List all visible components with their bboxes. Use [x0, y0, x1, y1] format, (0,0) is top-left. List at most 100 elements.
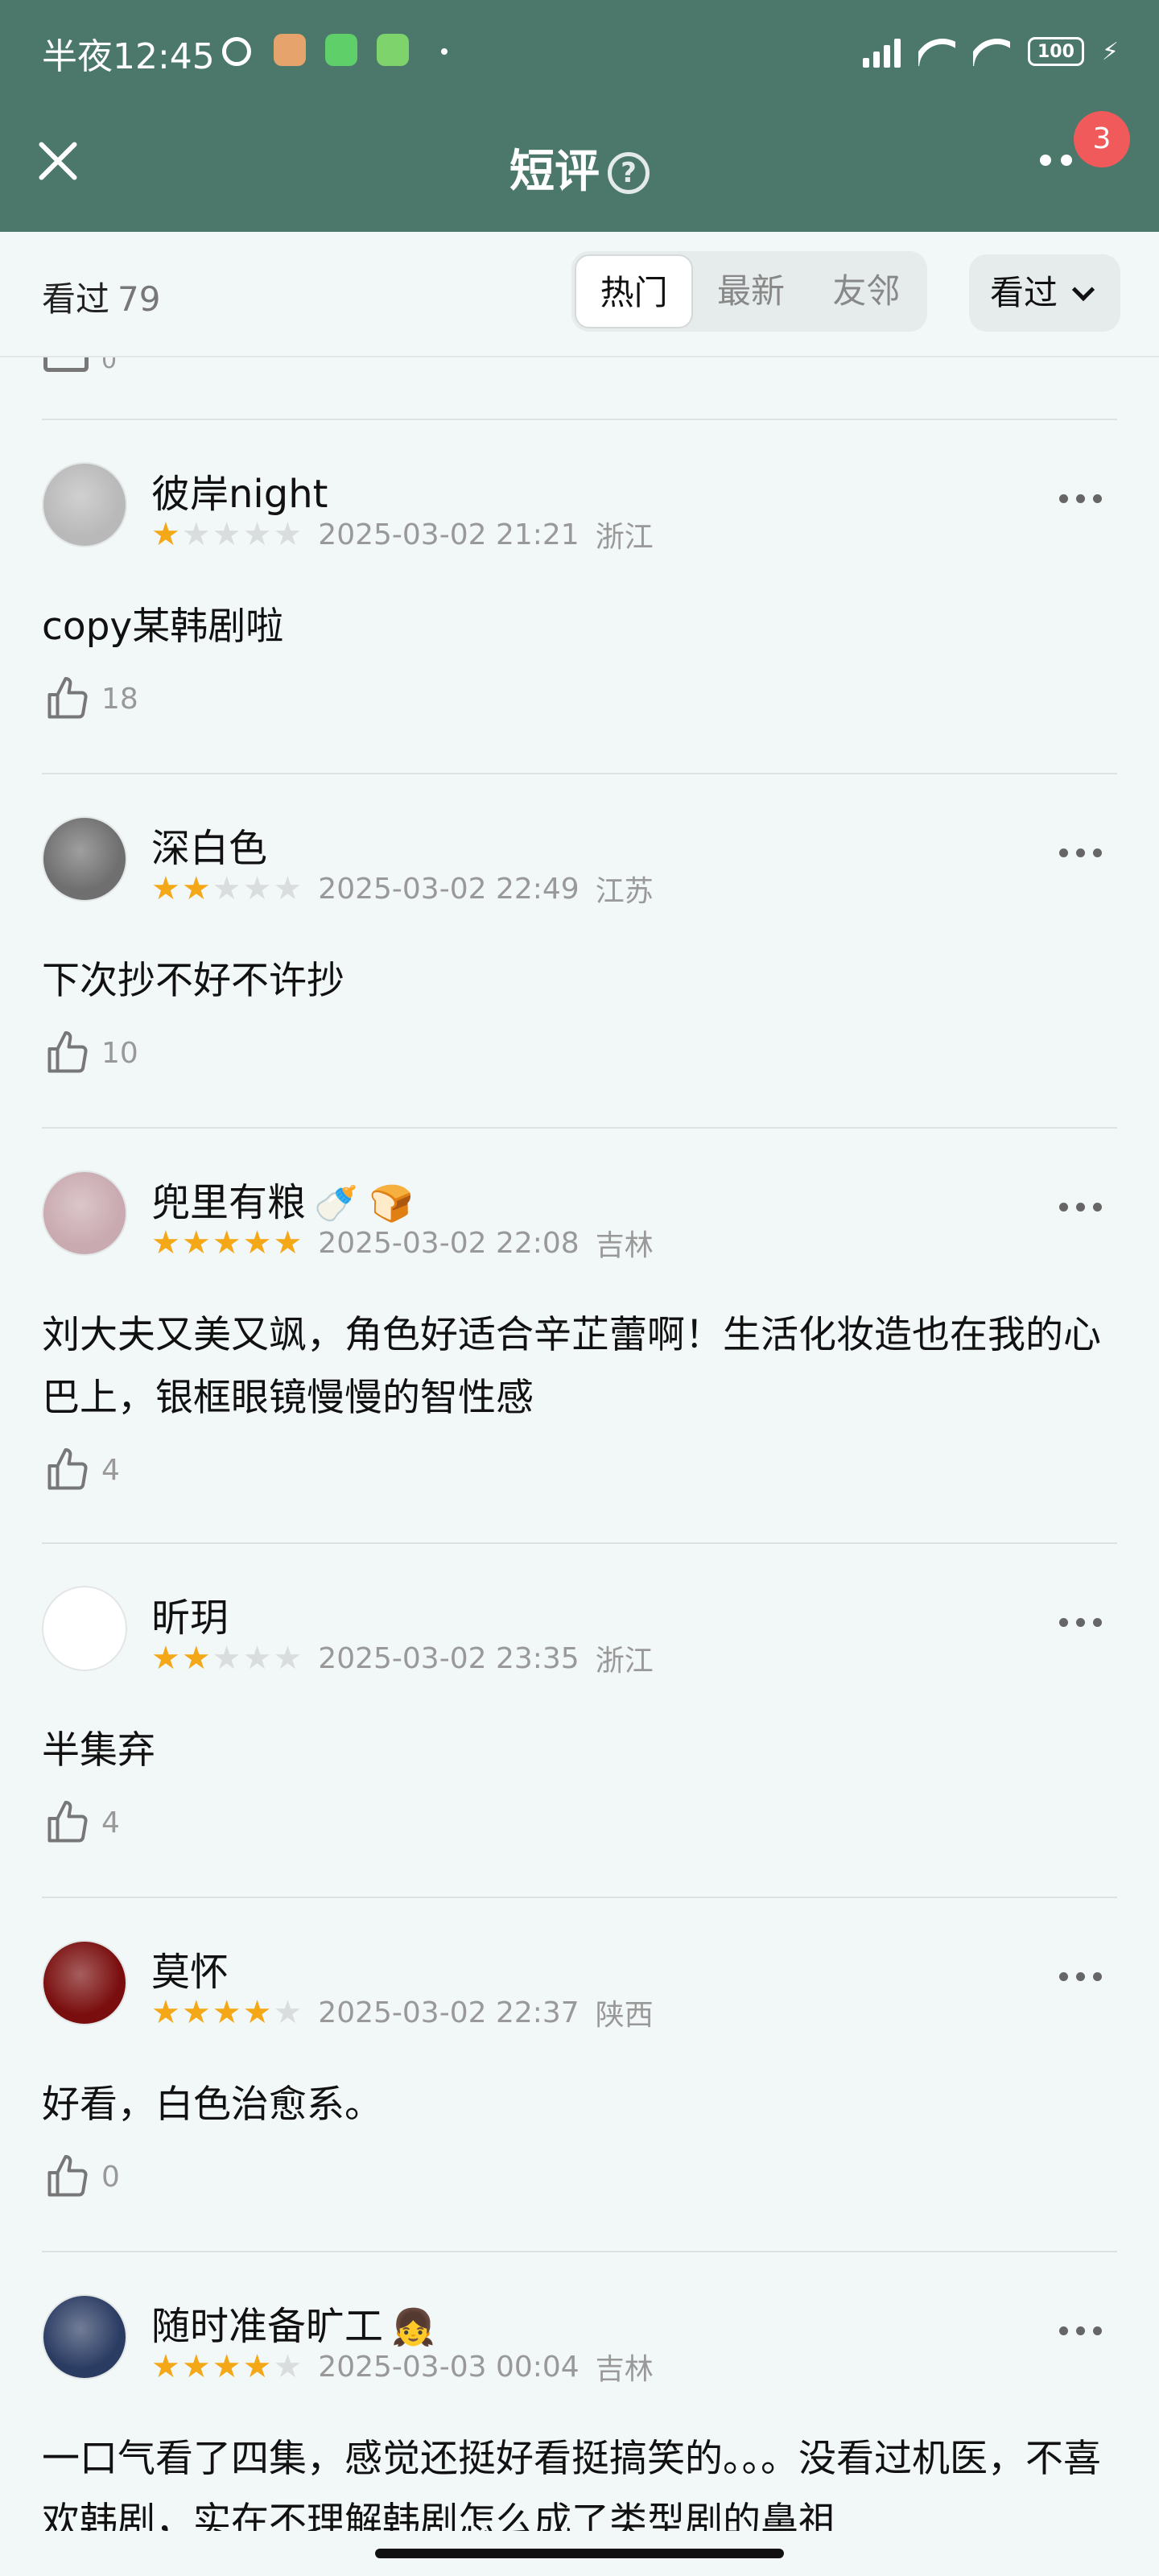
- rating-stars: ★ ★ ★ ★ ★: [151, 873, 302, 905]
- star-icon: ★: [212, 1224, 241, 1261]
- star-icon: ★: [151, 2348, 180, 2385]
- review-content: 一口气看了四集，感觉还挺好看挺搞笑的。。。没看过机医，不喜欢韩剧，实在不理解韩剧…: [42, 2437, 1101, 2531]
- like-icon[interactable]: [43, 675, 92, 723]
- avatar[interactable]: [42, 1586, 127, 1671]
- review-location: 江苏: [595, 875, 654, 908]
- avatar[interactable]: [42, 2294, 127, 2380]
- username[interactable]: 深白色: [151, 816, 267, 873]
- rating-stars: ★ ★ ★ ★ ★: [151, 518, 302, 551]
- tab-latest[interactable]: 最新: [693, 254, 808, 328]
- review-meta: ★ ★ ★ ★ ★ 2025-03-02 22:37 陕西: [151, 1992, 654, 2033]
- like-icon[interactable]: [43, 357, 89, 372]
- sort-tabs: 热门 最新 友邻: [571, 251, 927, 332]
- star-icon: ★: [181, 1224, 211, 1261]
- review-item: 深白色 ★ ★ ★ ★ ★ 2025-03-02 22:49 江苏 下次抄不好不许抄 10: [0, 773, 1159, 1127]
- chevron-down-icon: [1071, 278, 1095, 302]
- username[interactable]: 莫怀: [151, 1940, 229, 1996]
- avatar[interactable]: [42, 462, 127, 547]
- review-content: 好看，白色治愈系。: [42, 2083, 382, 2127]
- tab-friends[interactable]: 友邻: [809, 254, 924, 328]
- like-count: 4: [101, 1454, 120, 1487]
- timer-icon: [222, 37, 251, 66]
- star-icon: ★: [181, 1640, 211, 1677]
- review-more-button[interactable]: [1059, 848, 1102, 857]
- review-content: 刘大夫又美又飒，角色好适合辛芷蕾啊！生活化妆造也在我的心巴上，银框眼镜慢慢的智性…: [42, 1313, 1101, 1420]
- star-icon: ★: [273, 2348, 303, 2385]
- battery-icon: 100: [1027, 37, 1084, 66]
- signal-icon: [862, 35, 901, 68]
- star-icon: ★: [242, 870, 272, 907]
- avatar[interactable]: [42, 816, 127, 902]
- help-icon[interactable]: ?: [608, 152, 650, 194]
- review-more-button[interactable]: [1059, 494, 1102, 503]
- status-bar: 半夜12:45 100 ⚡: [0, 0, 1159, 105]
- review-content: copy某韩剧啦: [42, 605, 284, 649]
- username-text: 莫怀: [151, 1950, 229, 1995]
- avatar[interactable]: [42, 1940, 127, 2025]
- review-more-button[interactable]: [1059, 1203, 1102, 1212]
- rating-stars: ★ ★ ★ ★ ★: [151, 2351, 302, 2383]
- user-badge-icon: 👧: [391, 2307, 435, 2348]
- review-date: 2025-03-02 23:35: [318, 1641, 580, 1675]
- notification-badge: 3: [1074, 111, 1130, 167]
- star-icon: ★: [273, 1640, 303, 1677]
- top-bar: 半夜12:45 100 ⚡ 短评? 3: [0, 0, 1159, 232]
- like-icon[interactable]: [43, 1798, 92, 1847]
- page-title-wrap: 短评?: [0, 135, 1159, 200]
- seen-count: 79: [118, 279, 161, 319]
- like-icon[interactable]: [43, 2153, 92, 2201]
- star-icon: ★: [151, 870, 180, 907]
- home-indicator[interactable]: [375, 2549, 784, 2558]
- review-location: 吉林: [595, 2353, 654, 2386]
- star-icon: ★: [181, 870, 211, 907]
- review-item: 昕玥 ★ ★ ★ ★ ★ 2025-03-02 23:35 浙江 半集弃 4: [0, 1542, 1159, 1897]
- like-count: 18: [101, 683, 138, 716]
- seen-count-label: 看过 79: [42, 272, 160, 321]
- review-meta: ★ ★ ★ ★ ★ 2025-03-02 23:35 浙江: [151, 1637, 654, 1679]
- star-icon: ★: [273, 1224, 303, 1261]
- status-filter-label: 看过: [990, 273, 1058, 312]
- star-icon: ★: [181, 1994, 211, 2031]
- user-badge-icon: 🍼 🍞: [314, 1183, 414, 1224]
- username-text: 随时准备旷工: [151, 2304, 384, 2349]
- username-text: 昕玥: [151, 1596, 229, 1641]
- like-icon[interactable]: [43, 1446, 92, 1494]
- page-header: 短评? 3: [0, 105, 1159, 232]
- review-location: 浙江: [595, 1645, 654, 1678]
- like-icon[interactable]: [43, 1029, 92, 1077]
- avatar[interactable]: [42, 1170, 127, 1256]
- rating-stars: ★ ★ ★ ★ ★: [151, 1996, 302, 2029]
- star-icon: ★: [273, 870, 303, 907]
- review-feed[interactable]: 0 彼岸night ★ ★ ★ ★ ★ 2025-03-02 21:21 浙江 copy某韩剧啦…: [0, 357, 1159, 2531]
- like-count: 4: [101, 1806, 120, 1839]
- wifi-icon: [918, 37, 955, 66]
- wechat-icon: [325, 34, 357, 66]
- star-icon: ★: [273, 1994, 303, 2031]
- username-text: 彼岸night: [151, 472, 328, 517]
- charging-icon: ⚡: [1101, 37, 1119, 66]
- review-location: 吉林: [595, 1229, 654, 1262]
- username[interactable]: 兜里有粮 🍼 🍞: [151, 1170, 414, 1227]
- review-date: 2025-03-02 22:49: [318, 872, 580, 906]
- review-date: 2025-03-02 22:37: [318, 1996, 580, 2029]
- star-icon: ★: [242, 2348, 272, 2385]
- username[interactable]: 随时准备旷工 👧: [151, 2294, 435, 2351]
- star-icon: ★: [242, 1994, 272, 2031]
- username[interactable]: 彼岸night: [151, 462, 328, 518]
- star-icon: ★: [151, 1224, 180, 1261]
- tab-hot[interactable]: 热门: [575, 254, 694, 328]
- review-location: 浙江: [595, 521, 654, 554]
- review-content: 下次抄不好不许抄: [42, 959, 344, 1003]
- review-meta: ★ ★ ★ ★ ★ 2025-03-02 22:08 吉林: [151, 1222, 654, 1264]
- star-icon: ★: [151, 516, 180, 553]
- status-filter-dropdown[interactable]: 看过: [969, 254, 1120, 332]
- review-more-button[interactable]: [1059, 1972, 1102, 1981]
- review-more-button[interactable]: [1059, 2326, 1102, 2335]
- star-icon: ★: [151, 1640, 180, 1677]
- more-menu-button[interactable]: [1040, 155, 1072, 166]
- review-more-button[interactable]: [1059, 1618, 1102, 1627]
- username[interactable]: 昕玥: [151, 1586, 229, 1642]
- filter-bar: 看过 79 热门 最新 友邻 看过: [0, 232, 1159, 357]
- review-meta: ★ ★ ★ ★ ★ 2025-03-02 22:49 江苏: [151, 868, 654, 910]
- username-text: 兜里有粮: [151, 1180, 307, 1225]
